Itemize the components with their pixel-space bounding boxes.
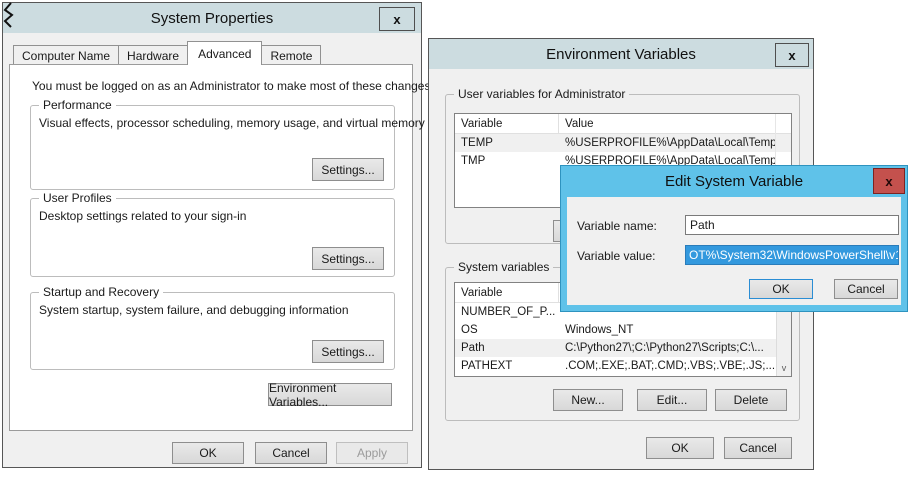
performance-group: Performance Visual effects, processor sc… — [30, 105, 395, 190]
col-variable: Variable — [455, 114, 559, 133]
advanced-tab-panel: You must be logged on as an Administrato… — [9, 64, 413, 431]
edit-system-variable-body: Variable name: Path Variable value: OT%\… — [567, 197, 901, 305]
variable-value-label: Variable value: — [577, 249, 656, 263]
tab-advanced[interactable]: Advanced — [187, 41, 262, 65]
tab-hardware[interactable]: Hardware — [118, 45, 188, 65]
user-profiles-group-label: User Profiles — [39, 191, 116, 205]
ok-button[interactable]: OK — [172, 442, 244, 464]
admin-note: You must be logged on as an Administrato… — [32, 79, 434, 93]
user-profiles-desc: Desktop settings related to your sign-in — [39, 209, 246, 223]
edit-system-variable-dialog: Edit System Variable x Variable name: Pa… — [560, 165, 908, 312]
startup-recovery-group-label: Startup and Recovery — [39, 285, 163, 299]
ok-button[interactable]: OK — [749, 279, 813, 299]
performance-group-label: Performance — [39, 98, 116, 112]
system-properties-tabs: Computer Name Hardware Advanced Remote — [13, 41, 320, 65]
cancel-button[interactable]: Cancel — [724, 437, 792, 459]
system-properties-dialog: System Properties x Computer Name Hardwa… — [2, 2, 422, 468]
startup-recovery-settings-button[interactable]: Settings... — [312, 340, 384, 363]
startup-recovery-group: Startup and Recovery System startup, sys… — [30, 292, 395, 370]
system-new-button[interactable]: New... — [553, 389, 623, 411]
user-variables-group-label: User variables for Administrator — [454, 87, 629, 101]
tab-remote[interactable]: Remote — [261, 45, 321, 65]
cursor-artifact — [2, 1, 16, 29]
startup-recovery-desc: System startup, system failure, and debu… — [39, 303, 349, 317]
col-value: Value — [559, 114, 791, 133]
system-properties-title: System Properties — [151, 10, 274, 27]
edit-system-variable-titlebar[interactable]: Edit System Variable — [561, 166, 907, 197]
system-delete-button[interactable]: Delete — [715, 389, 787, 411]
variable-value-field[interactable]: OT%\System32\WindowsPowerShell\v1.0\ — [685, 245, 899, 265]
system-variables-group-label: System variables — [454, 260, 553, 274]
environment-variables-titlebar[interactable]: Environment Variables x — [429, 39, 813, 69]
cancel-button[interactable]: Cancel — [834, 279, 898, 299]
system-properties-titlebar[interactable]: System Properties x — [3, 3, 421, 33]
user-variables-header: Variable Value — [455, 114, 791, 134]
scroll-down-icon[interactable]: v — [777, 360, 791, 376]
table-row[interactable]: PATHEXT .COM;.EXE;.BAT;.CMD;.VBS;.VBE;.J… — [455, 357, 791, 375]
performance-desc: Visual effects, processor scheduling, me… — [39, 116, 425, 130]
col-variable: Variable — [455, 283, 559, 302]
environment-variables-title: Environment Variables — [546, 46, 696, 63]
variable-name-field[interactable]: Path — [685, 215, 899, 235]
close-icon[interactable]: x — [379, 7, 415, 31]
cancel-button[interactable]: Cancel — [255, 442, 327, 464]
apply-button: Apply — [336, 442, 408, 464]
system-edit-button[interactable]: Edit... — [637, 389, 707, 411]
tab-computer-name[interactable]: Computer Name — [13, 45, 119, 65]
table-row[interactable]: TEMP %USERPROFILE%\AppData\Local\Temp — [455, 134, 791, 152]
user-profiles-settings-button[interactable]: Settings... — [312, 247, 384, 270]
ok-button[interactable]: OK — [646, 437, 714, 459]
table-row[interactable]: OS Windows_NT — [455, 321, 791, 339]
performance-settings-button[interactable]: Settings... — [312, 158, 384, 181]
user-profiles-group: User Profiles Desktop settings related t… — [30, 198, 395, 277]
selected-text: OT%\System32\WindowsPowerShell\v1.0\ — [686, 246, 898, 264]
variable-name-label: Variable name: — [577, 219, 657, 233]
table-row[interactable]: Path C:\Python27\;C:\Python27\Scripts;C:… — [455, 339, 791, 357]
close-icon[interactable]: x — [775, 43, 809, 67]
close-icon[interactable]: x — [873, 168, 905, 194]
environment-variables-button[interactable]: Environment Variables... — [268, 383, 392, 406]
edit-system-variable-title: Edit System Variable — [665, 173, 803, 190]
